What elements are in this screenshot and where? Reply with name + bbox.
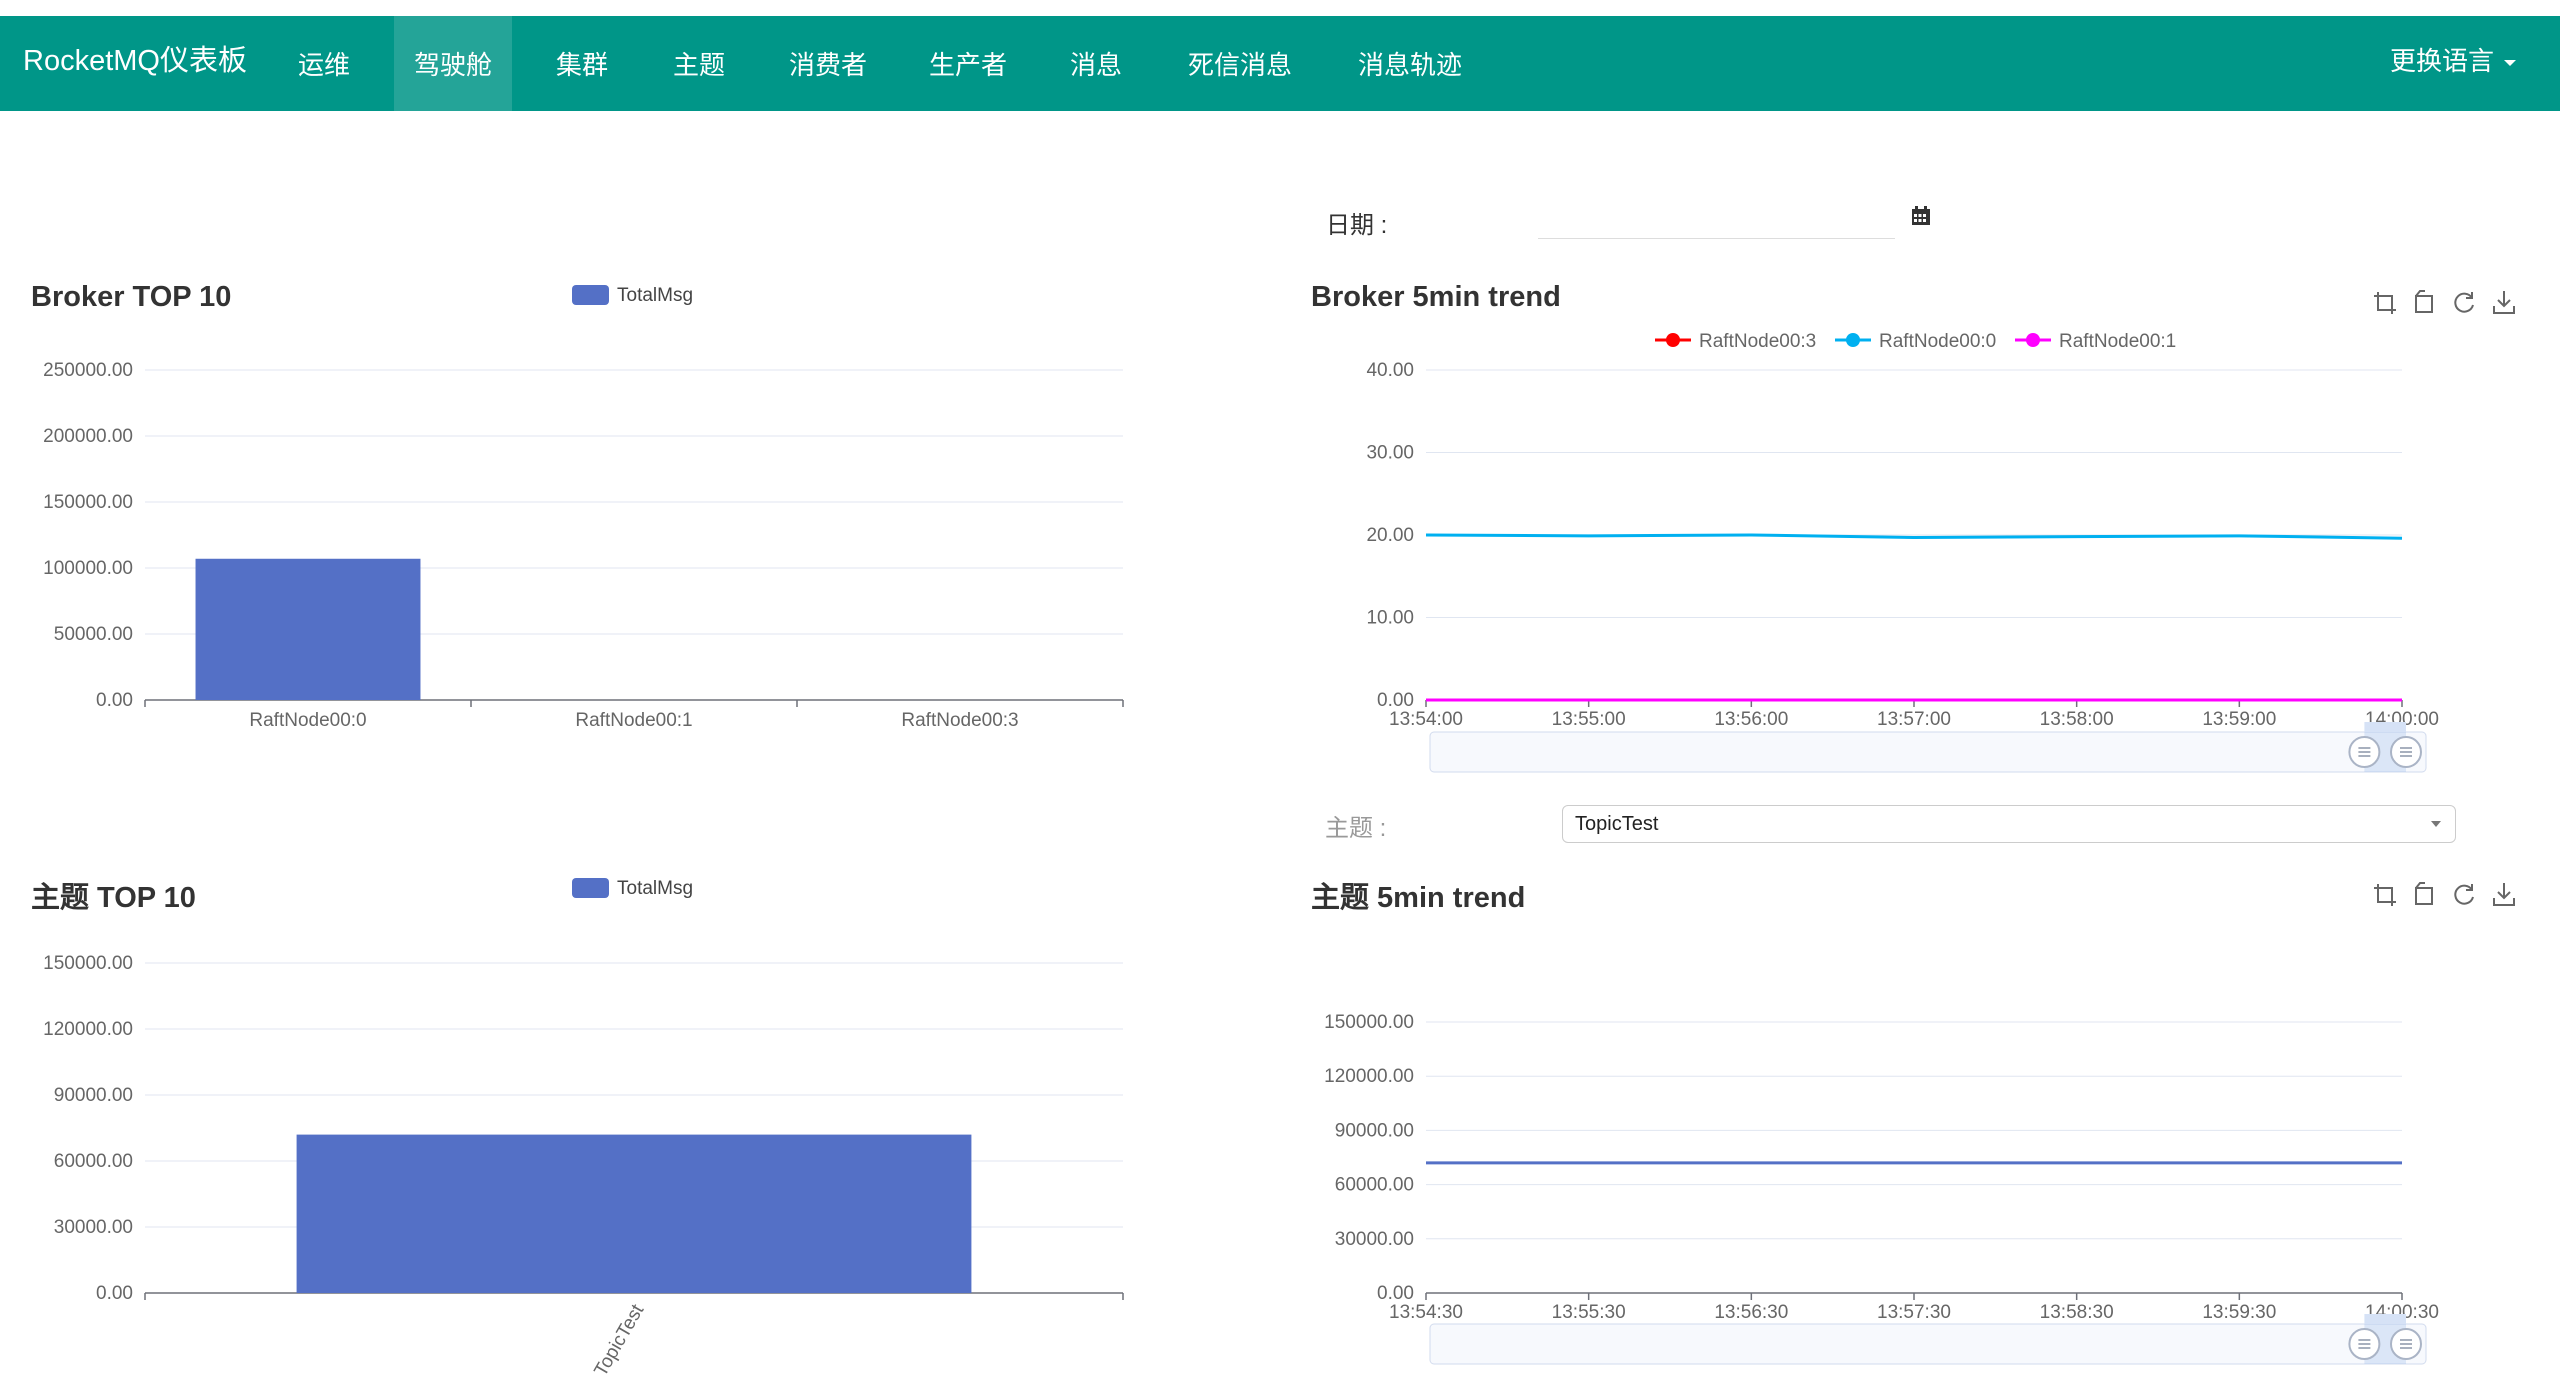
x-tick-label: RaftNode00:3 [901, 710, 1018, 731]
x-tick-label: 13:57:30 [1877, 1302, 1951, 1323]
y-tick-label: 60000.00 [1335, 1175, 1414, 1196]
y-tick-label: 60000.00 [54, 1151, 133, 1172]
x-tick-label: 13:55:30 [1552, 1302, 1626, 1323]
x-tick-label: 13:56:00 [1714, 709, 1788, 730]
x-tick-label: 13:59:00 [2202, 709, 2276, 730]
y-tick-label: 30000.00 [54, 1217, 133, 1238]
y-tick-label: 200000.00 [43, 426, 133, 447]
legend-marker[interactable] [1666, 333, 1680, 347]
y-tick-label: 120000.00 [1324, 1066, 1414, 1087]
y-tick-label: 150000.00 [43, 953, 133, 974]
x-tick-label: RaftNode00:0 [249, 710, 366, 731]
y-tick-label: 10.00 [1366, 608, 1414, 629]
legend-label: RaftNode00:3 [1699, 331, 1816, 352]
y-tick-label: 90000.00 [54, 1085, 133, 1106]
x-tick-label: 13:54:30 [1389, 1302, 1463, 1323]
x-tick-label: 13:56:30 [1714, 1302, 1788, 1323]
bar[interactable] [195, 558, 421, 700]
y-tick-label: 100000.00 [43, 558, 133, 579]
datazoom-bar[interactable] [2364, 722, 2406, 732]
legend-label: RaftNode00:1 [2059, 331, 2176, 352]
y-tick-label: 150000.00 [1324, 1012, 1414, 1033]
x-tick-label: 13:59:30 [2202, 1302, 2276, 1323]
bar[interactable] [296, 1134, 972, 1293]
x-tick-label: TopicTest [591, 1300, 649, 1380]
legend-marker[interactable] [1846, 333, 1860, 347]
datazoom-bar[interactable] [2364, 1314, 2406, 1324]
y-tick-label: 30000.00 [1335, 1229, 1414, 1250]
y-tick-label: 0.00 [96, 690, 133, 711]
chart-canvas: 0.00 50000.00 100000.00 150000.00 200000.00 2… [43, 331, 2439, 1380]
datazoom-track[interactable] [1429, 731, 2427, 773]
x-tick-label: 13:55:00 [1552, 709, 1626, 730]
y-tick-label: 250000.00 [43, 360, 133, 381]
y-tick-label: 40.00 [1366, 360, 1414, 381]
x-tick-label: 13:58:00 [2040, 709, 2114, 730]
x-tick-label: 13:58:30 [2040, 1302, 2114, 1323]
y-tick-label: 30.00 [1366, 443, 1414, 464]
legend-label: RaftNode00:0 [1879, 331, 1996, 352]
y-tick-label: 0.00 [1377, 1283, 1414, 1304]
y-tick-label: 0.00 [96, 1283, 133, 1304]
y-tick-label: 0.00 [1377, 690, 1414, 711]
y-tick-label: 150000.00 [43, 492, 133, 513]
x-tick-label: 13:57:00 [1877, 709, 1951, 730]
y-tick-label: 120000.00 [43, 1019, 133, 1040]
legend-marker[interactable] [2026, 333, 2040, 347]
x-tick-label: RaftNode00:1 [575, 710, 692, 731]
y-tick-label: 90000.00 [1335, 1120, 1414, 1141]
y-tick-label: 20.00 [1366, 525, 1414, 546]
y-tick-label: 50000.00 [54, 624, 133, 645]
x-tick-label: 13:54:00 [1389, 709, 1463, 730]
datazoom-track[interactable] [1429, 1323, 2427, 1365]
